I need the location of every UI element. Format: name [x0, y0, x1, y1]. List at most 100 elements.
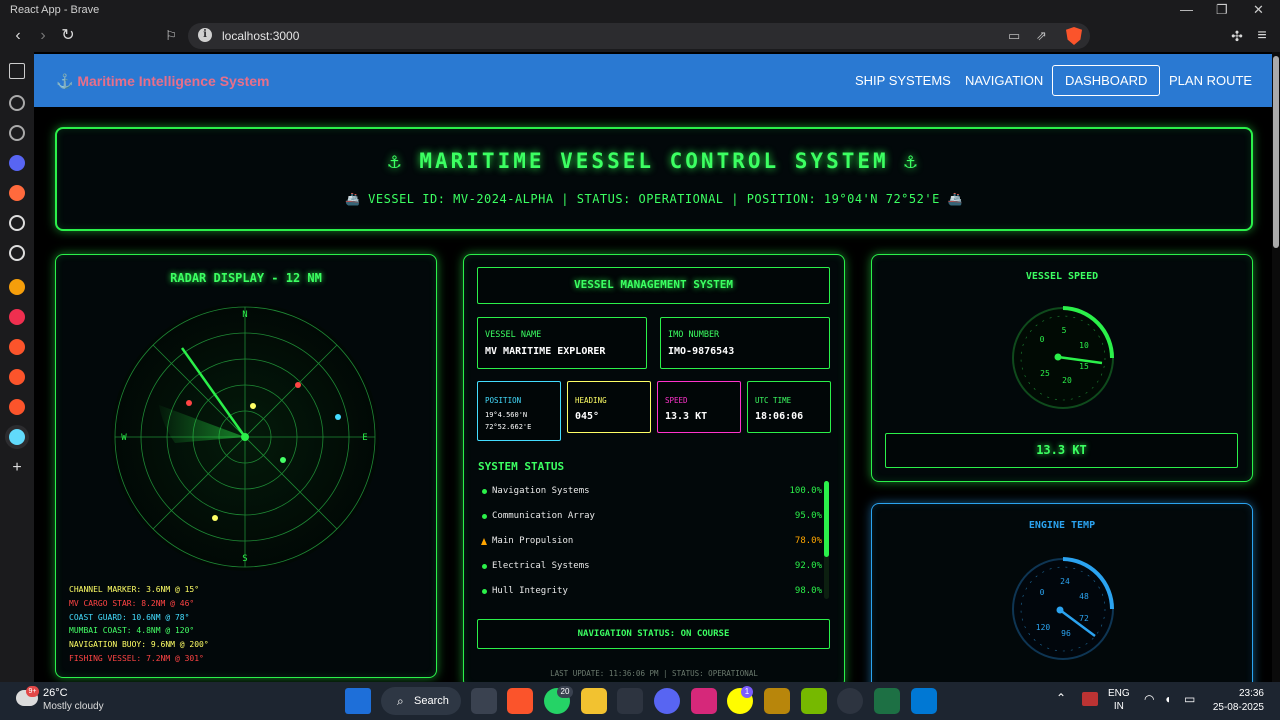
contact-mumbai-coast[interactable]	[280, 457, 286, 463]
menu-icon[interactable]: ≡	[1252, 26, 1272, 46]
vscode-icon[interactable]	[911, 688, 937, 714]
address-bar[interactable]: i localhost:3000 ▭ ⇗	[188, 23, 1090, 49]
url-text[interactable]: localhost:3000	[222, 29, 299, 43]
status-value: 100.0%	[789, 486, 822, 496]
app-tray-icon[interactable]	[1082, 692, 1098, 706]
brand-logo[interactable]: ⚓ Maritime Intelligence System	[56, 73, 270, 90]
sidebar-app-icon[interactable]	[9, 215, 25, 231]
sidebar-toggle-icon[interactable]	[9, 63, 25, 79]
bookmark-icon[interactable]: ⚐	[161, 26, 181, 46]
scrollbar[interactable]	[1272, 52, 1280, 682]
utc-value: 18:06:06	[755, 411, 804, 422]
contact-navigation-buoy[interactable]	[212, 515, 218, 521]
sidebar-app-icon[interactable]	[9, 309, 25, 325]
react-icon[interactable]	[9, 429, 25, 445]
brave-icon[interactable]	[507, 688, 533, 714]
engine-tick: 48	[1079, 592, 1089, 601]
search-label: Search	[414, 695, 449, 707]
utc-time-card: UTC TIME 18:06:06	[747, 381, 831, 433]
nvidia-icon[interactable]	[801, 688, 827, 714]
app-icon[interactable]	[837, 688, 863, 714]
status-row: Hull Integrity 98.0%	[482, 585, 822, 599]
sidebar-app-icon[interactable]	[9, 155, 25, 171]
imo-value: IMO-9876543	[668, 346, 735, 357]
status-scrollbar-thumb[interactable]	[824, 481, 829, 557]
back-icon[interactable]: ‹	[8, 26, 28, 46]
status-value: 92.0%	[794, 561, 822, 571]
app-icon[interactable]	[617, 688, 643, 714]
radar-scope: N E S W	[111, 303, 379, 571]
language-indicator[interactable]: ENG IN	[1108, 687, 1130, 713]
task-view-icon[interactable]	[471, 688, 497, 714]
app-icon[interactable]	[764, 688, 790, 714]
volume-icon[interactable]: ◖	[1164, 693, 1171, 706]
contact-mv-cargo-star[interactable]	[295, 382, 301, 388]
speed-tick: 15	[1079, 362, 1089, 371]
scrollbar-thumb[interactable]	[1273, 56, 1279, 248]
chevron-up-icon[interactable]: ⌃	[1056, 692, 1066, 705]
contact-channel-marker[interactable]	[250, 403, 256, 409]
speed-tick: 0	[1040, 335, 1045, 344]
weather-temperature[interactable]: 26°C	[43, 687, 68, 699]
add-icon[interactable]: +	[9, 460, 25, 476]
battery-icon[interactable]: ▭	[1184, 693, 1195, 706]
system-clock[interactable]: 23:36 25-08-2025	[1213, 687, 1264, 715]
warning-icon	[481, 538, 487, 545]
wifi-icon[interactable]: ◠	[1144, 693, 1154, 706]
vessel-management-panel: VESSEL MANAGEMENT SYSTEM VESSEL NAME MV …	[463, 254, 845, 682]
taskbar-search[interactable]: ⌕ Search	[381, 687, 461, 715]
close-icon[interactable]: ✕	[1253, 2, 1264, 18]
windows-start-icon[interactable]	[345, 688, 371, 714]
radar-title: RADAR DISPLAY - 12 NM	[170, 271, 322, 285]
status-scrollbar[interactable]	[824, 481, 829, 599]
status-name: Electrical Systems	[492, 561, 590, 571]
sidebar-app-icon[interactable]	[9, 339, 25, 355]
cast-icon[interactable]: ▭	[1008, 28, 1020, 44]
clock-date: 25-08-2025	[1212, 702, 1264, 713]
discord-icon[interactable]	[654, 688, 680, 714]
app-navbar: ⚓ Maritime Intelligence System SHIP SYST…	[34, 54, 1272, 107]
app-viewport: ⚓ Maritime Intelligence System SHIP SYST…	[34, 52, 1280, 682]
sidebar-app-icon[interactable]	[9, 95, 25, 111]
region-code: IN	[1113, 701, 1124, 712]
sidebar-app-icon[interactable]	[9, 369, 25, 385]
status-ok-icon	[482, 514, 487, 519]
position-lat: 19°4.560'N	[485, 411, 528, 419]
utc-label: UTC TIME	[755, 396, 792, 405]
speed-label: SPEED	[665, 396, 688, 405]
instagram-icon[interactable]	[691, 688, 717, 714]
nav-plan-route[interactable]: PLAN ROUTE	[1169, 73, 1252, 88]
speed-gauge-title: VESSEL SPEED	[1025, 271, 1099, 282]
imo-label: IMO NUMBER	[668, 330, 720, 340]
extensions-icon[interactable]: ✣	[1227, 26, 1247, 46]
sidebar-app-icon[interactable]	[9, 245, 25, 261]
speed-tick: 20	[1062, 376, 1072, 385]
nav-ship-systems[interactable]: SHIP SYSTEMS	[855, 73, 951, 88]
nav-navigation[interactable]: NAVIGATION	[965, 73, 1043, 88]
imo-number-card: IMO NUMBER IMO-9876543	[660, 317, 830, 369]
excel-icon[interactable]	[874, 688, 900, 714]
site-info-icon[interactable]: i	[198, 28, 212, 42]
sidebar-app-icon[interactable]	[9, 279, 25, 295]
weather-description[interactable]: Mostly cloudy	[43, 701, 104, 712]
heading-label: HEADING	[575, 396, 607, 405]
brave-shields-icon[interactable]	[1066, 27, 1082, 45]
sidebar-app-icon[interactable]	[9, 125, 25, 141]
file-explorer-icon[interactable]	[581, 688, 607, 714]
contact-fishing-vessel[interactable]	[186, 400, 192, 406]
sidebar-app-icon[interactable]	[9, 185, 25, 201]
share-icon[interactable]: ⇗	[1036, 28, 1047, 44]
maximize-icon[interactable]: ❐	[1216, 2, 1228, 18]
system-status-title: SYSTEM STATUS	[478, 460, 565, 473]
contact-coast-guard[interactable]	[335, 414, 341, 420]
compass-east: E	[362, 433, 367, 443]
radar-panel: RADAR DISPLAY - 12 NM N E S W CHANNEL MA…	[55, 254, 437, 678]
contact-row: FISHING VESSEL: 7.2NM @ 301°	[69, 653, 204, 663]
nav-dashboard[interactable]: DASHBOARD	[1052, 65, 1161, 96]
speed-value: 13.3 KT	[665, 411, 708, 422]
reload-icon[interactable]: ↻	[58, 26, 78, 46]
own-ship-marker	[241, 433, 249, 441]
forward-icon[interactable]: ›	[33, 26, 53, 46]
sidebar-app-icon[interactable]	[9, 399, 25, 415]
minimize-icon[interactable]: —	[1180, 2, 1193, 17]
